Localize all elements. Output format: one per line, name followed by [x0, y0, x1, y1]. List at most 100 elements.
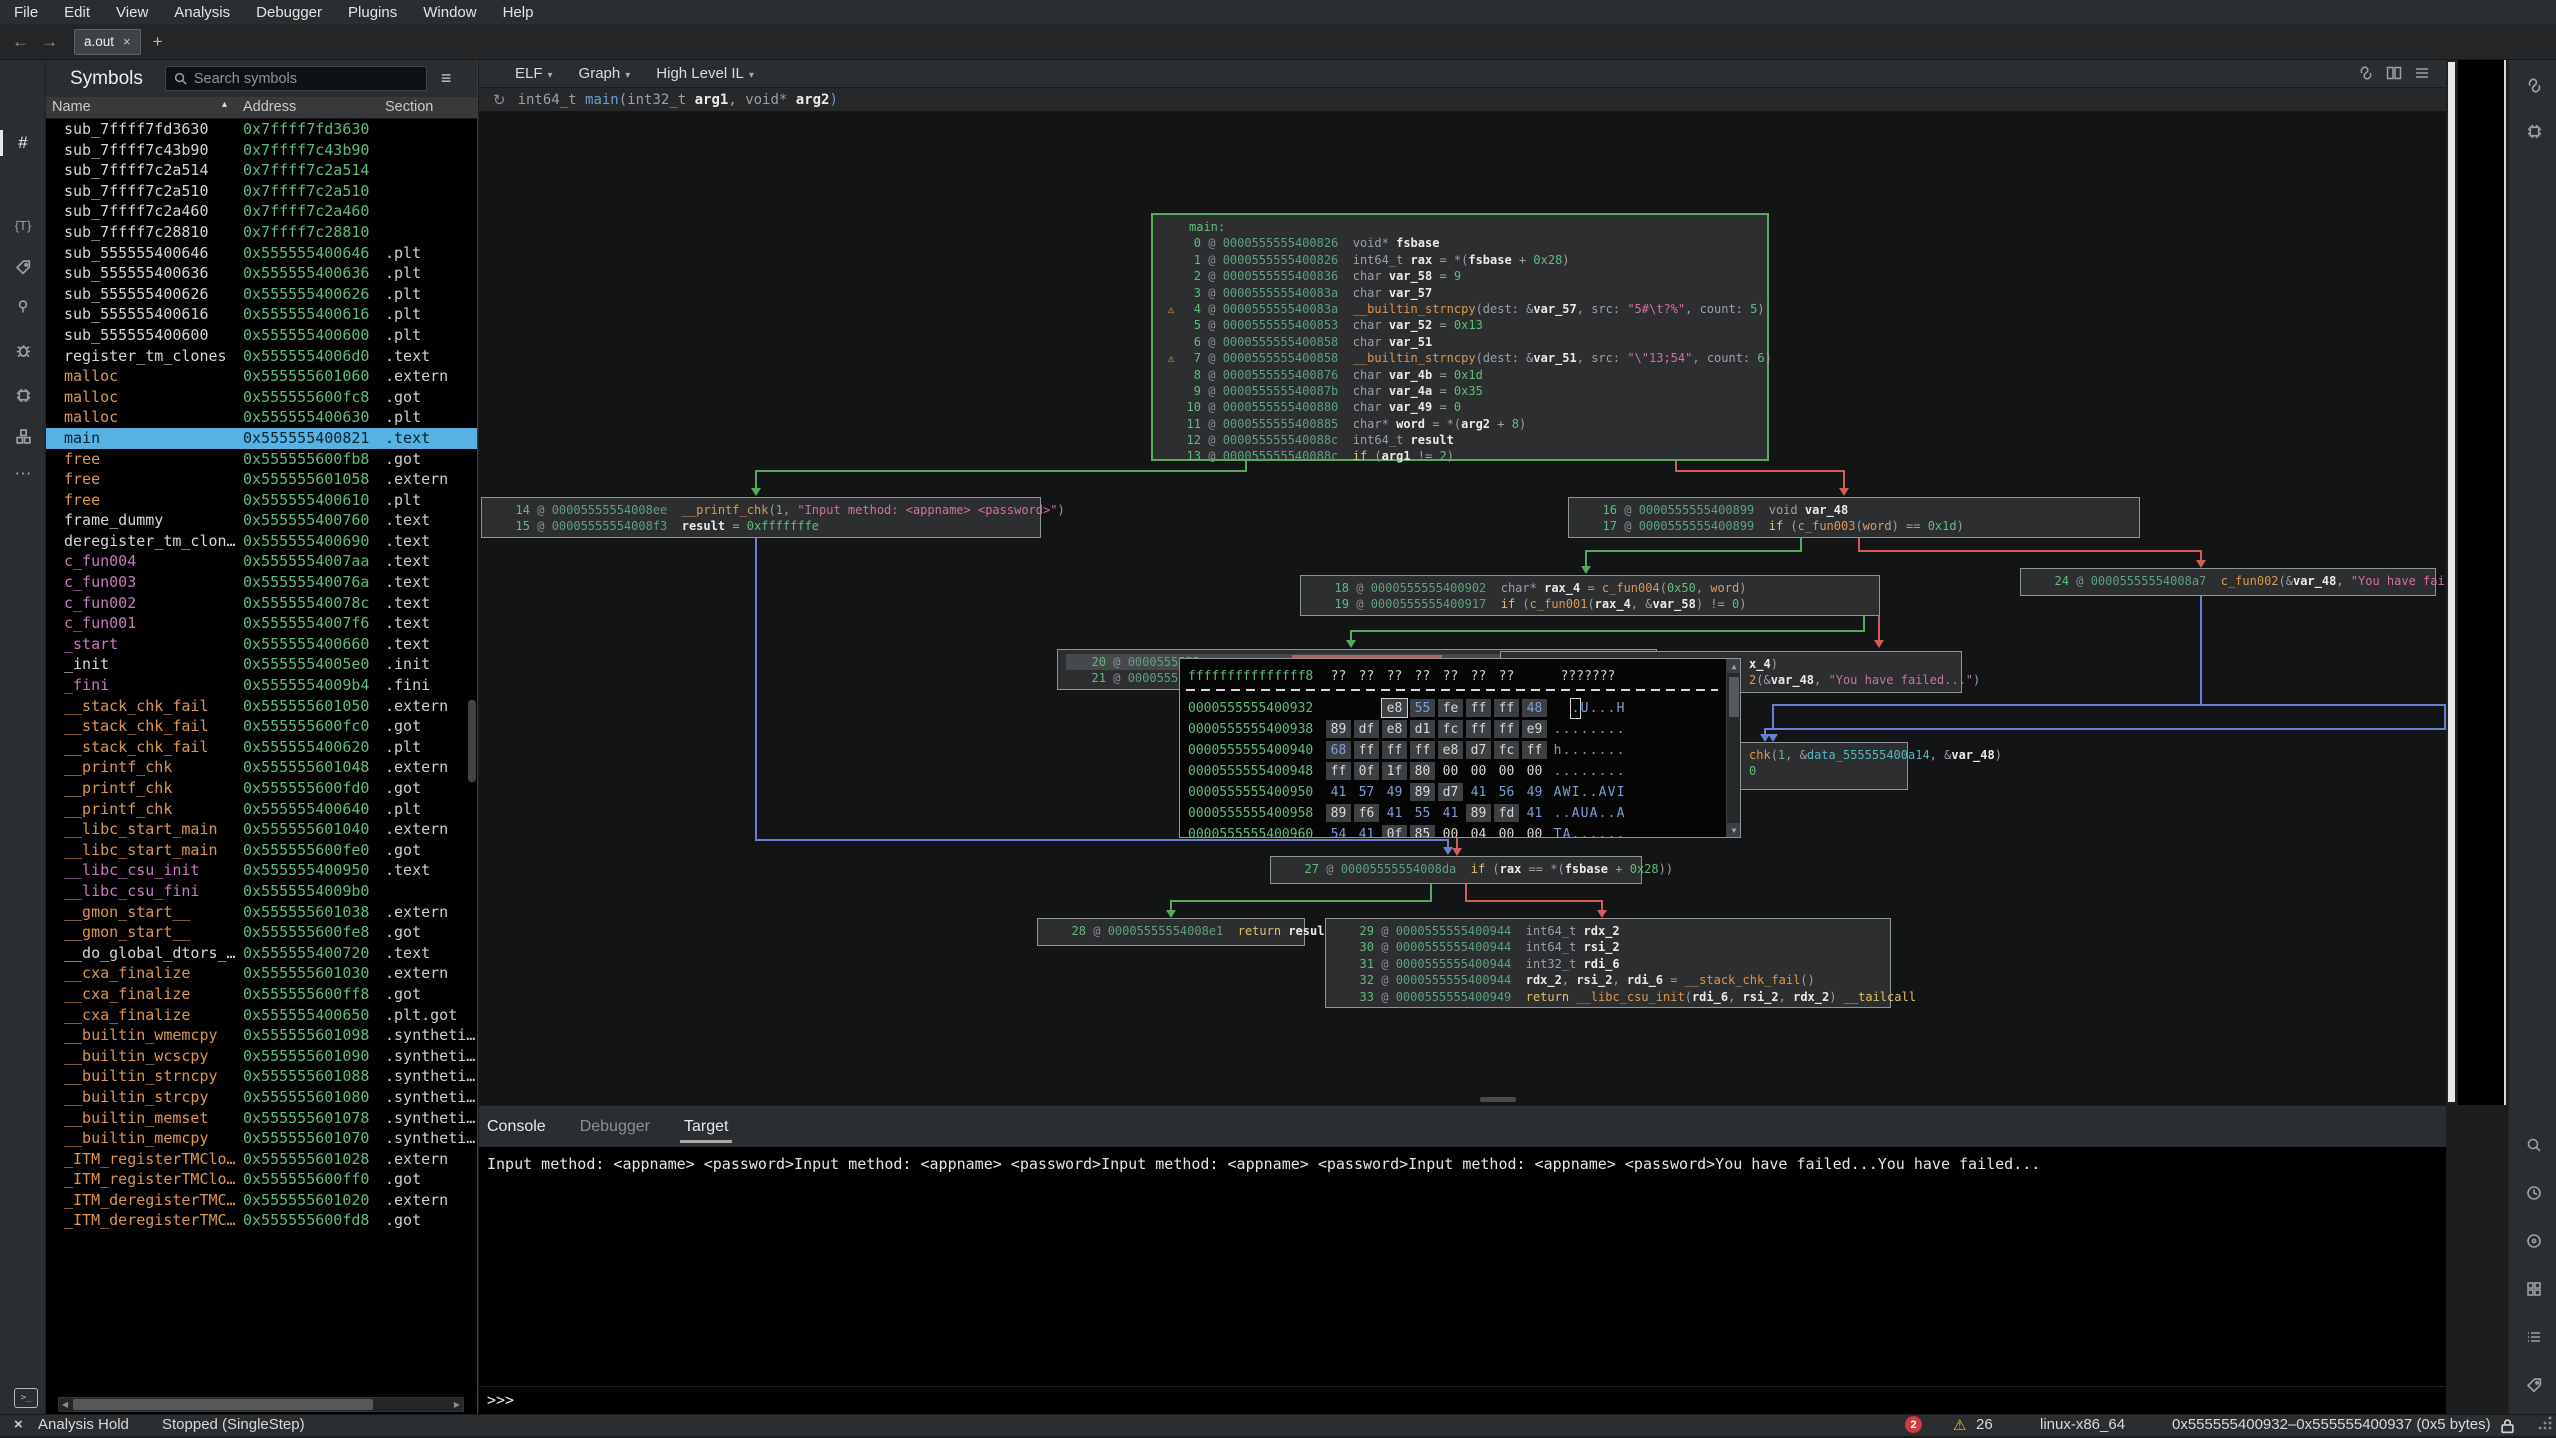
- code-line[interactable]: 5 @ 0000555555400853 char var_52 = 0x13: [1161, 317, 1759, 333]
- graph-block-b_printf[interactable]: 14 @ 00005555554008ee __printf_chk(1, "I…: [481, 497, 1041, 538]
- table-row[interactable]: malloc0x555555400630.plt: [46, 407, 477, 428]
- hex-dump-popup[interactable]: ▲ ▼ fffffffffffffff8????????????????????…: [1179, 658, 1741, 838]
- hex-byte[interactable]: e8: [1382, 699, 1407, 717]
- table-row[interactable]: sub_7ffff7c288100x7ffff7c28810: [46, 222, 477, 243]
- console-input[interactable]: >>>: [479, 1386, 2446, 1414]
- graph-block-b_if003[interactable]: 16 @ 0000555555400899 void var_48 17 @ 0…: [1568, 497, 2140, 538]
- memory-map-icon[interactable]: [2519, 118, 2549, 144]
- table-row[interactable]: c_fun0040x5555554007aa.text: [46, 551, 477, 572]
- table-row[interactable]: sub_5555554006000x555555400600.plt: [46, 325, 477, 346]
- code-line[interactable]: 6 @ 0000555555400858 char var_51: [1161, 334, 1759, 350]
- table-row[interactable]: __do_global_dtors_…0x555555400720.text: [46, 943, 477, 964]
- code-line[interactable]: 24 @ 00005555554008a7 c_fun002(&var_48, …: [2029, 573, 2427, 589]
- table-row[interactable]: free0x555555400610.plt: [46, 490, 477, 511]
- hex-row[interactable]: 000055555540094068ffffffe8d7fcffh.......: [1180, 741, 1728, 760]
- code-line[interactable]: 32 @ 0000555555400944 rdx_2, rsi_2, rdi_…: [1334, 972, 1882, 988]
- table-row[interactable]: sub_7ffff7c2a5140x7ffff7c2a514: [46, 160, 477, 181]
- scrollbar-handle[interactable]: [1729, 677, 1739, 717]
- hex-byte[interactable]: 89: [1410, 783, 1435, 801]
- table-row[interactable]: frame_dummy0x555555400760.text: [46, 510, 477, 531]
- table-row[interactable]: __builtin_wcscpy0x555555601090.syntheti…: [46, 1046, 477, 1067]
- code-line[interactable]: 33 @ 0000555555400949 return __libc_csu_…: [1334, 989, 1882, 1005]
- hex-byte[interactable]: ff: [1466, 720, 1491, 738]
- console-tab-target[interactable]: Target: [684, 1118, 728, 1136]
- table-row[interactable]: _init0x5555554005e0.init: [46, 654, 477, 675]
- code-line[interactable]: 27 @ 00005555554008da if (rax == *(fsbas…: [1279, 861, 1633, 877]
- menu-edit[interactable]: Edit: [64, 4, 90, 21]
- cross-reference-icon[interactable]: [2519, 72, 2549, 98]
- hex-byte[interactable]: 00: [1522, 825, 1547, 838]
- hex-byte[interactable]: e8: [1438, 741, 1463, 759]
- code-line[interactable]: 17 @ 0000555555400899 if (c_fun003(word)…: [1577, 518, 2131, 534]
- table-row[interactable]: __libc_start_main0x555555601040.extern: [46, 819, 477, 840]
- code-line[interactable]: 31 @ 0000555555400944 int32_t rdi_6: [1334, 956, 1882, 972]
- table-row[interactable]: malloc0x555555601060.extern: [46, 366, 477, 387]
- hex-byte[interactable]: 68: [1326, 741, 1351, 759]
- table-row[interactable]: malloc0x555555600fc8.got: [46, 387, 477, 408]
- hex-byte[interactable]: fc: [1438, 720, 1463, 738]
- code-line[interactable]: 19 @ 0000555555400917 if (c_fun001(rax_4…: [1309, 596, 1871, 612]
- hex-byte[interactable]: 41: [1438, 804, 1463, 822]
- tags-icon[interactable]: [2519, 1372, 2549, 1398]
- hex-byte[interactable]: ff: [1494, 699, 1519, 717]
- hex-byte[interactable]: 0f: [1354, 762, 1379, 780]
- menu-debugger[interactable]: Debugger: [256, 4, 322, 21]
- hex-byte[interactable]: 41: [1466, 783, 1491, 801]
- table-row[interactable]: __stack_chk_fail0x555555600fc0.got: [46, 716, 477, 737]
- scroll-down-icon[interactable]: ▼: [1727, 823, 1741, 837]
- history-icon[interactable]: [2519, 1180, 2549, 1206]
- hex-byte[interactable]: d7: [1438, 783, 1463, 801]
- hex-row[interactable]: 000055555540095889f641554189fd41..AUA..A: [1180, 804, 1728, 823]
- menu-help[interactable]: Help: [503, 4, 534, 21]
- hex-byte[interactable]: 49: [1382, 783, 1407, 801]
- nav-back-icon[interactable]: ←: [12, 32, 29, 52]
- table-row[interactable]: sub_5555554006260x555555400626.plt: [46, 284, 477, 305]
- memory-chip-icon[interactable]: [8, 382, 38, 408]
- hex-byte[interactable]: 00: [1522, 762, 1547, 780]
- table-row[interactable]: __builtin_strncpy0x555555601088.syntheti…: [46, 1066, 477, 1087]
- hex-byte[interactable]: 00: [1494, 825, 1519, 838]
- table-row[interactable]: free0x555555600fb8.got: [46, 449, 477, 470]
- table-row[interactable]: register_tm_clones0x5555554006d0.text: [46, 346, 477, 367]
- warning-count[interactable]: 26: [1976, 1416, 1993, 1433]
- graph-block-b_if27[interactable]: 27 @ 00005555554008da if (rax == *(fsbas…: [1270, 856, 1642, 884]
- code-line[interactable]: 16 @ 0000555555400899 void var_48: [1577, 502, 2131, 518]
- list-icon[interactable]: [2519, 1324, 2549, 1350]
- hex-byte[interactable]: ff: [1354, 741, 1379, 759]
- code-line[interactable]: 13 @ 000055555540088c if (arg1 != 2): [1161, 448, 1759, 464]
- hex-byte[interactable]: 89: [1326, 720, 1351, 738]
- hex-row[interactable]: 000055555540093889dfe8d1fcffffe9........: [1180, 720, 1728, 739]
- column-name[interactable]: Name: [52, 99, 91, 115]
- hex-byte[interactable]: ff: [1466, 699, 1491, 717]
- hex-byte[interactable]: fe: [1438, 699, 1463, 717]
- hex-byte[interactable]: 0f: [1382, 825, 1407, 838]
- table-row[interactable]: __builtin_wmemcpy0x555555601098.syntheti…: [46, 1025, 477, 1046]
- hex-byte[interactable]: 00: [1438, 762, 1463, 780]
- hex-byte[interactable]: d1: [1410, 720, 1435, 738]
- target-icon[interactable]: [2519, 1228, 2549, 1254]
- code-line[interactable]: 28 @ 00005555554008e1 return result: [1046, 923, 1296, 939]
- format-dropdown[interactable]: ELF▾: [515, 65, 553, 82]
- scrollbar-handle[interactable]: [73, 1399, 373, 1410]
- table-row[interactable]: __libc_csu_init0x555555400950.text: [46, 860, 477, 881]
- stop-analysis-icon[interactable]: ×: [14, 1416, 23, 1433]
- error-count-badge[interactable]: 2: [1905, 1416, 1922, 1433]
- scroll-left-icon[interactable]: ◀: [59, 1400, 71, 1409]
- code-line[interactable]: 12 @ 000055555540088c int64_t result: [1161, 432, 1759, 448]
- nav-forward-icon[interactable]: →: [41, 32, 58, 52]
- table-row[interactable]: _fini0x5555554009b4.fini: [46, 675, 477, 696]
- tab-close-icon[interactable]: ×: [123, 34, 131, 49]
- resize-grip[interactable]: [2538, 1416, 2552, 1430]
- log-panel-icon[interactable]: >_: [14, 1388, 38, 1408]
- menu-analysis[interactable]: Analysis: [174, 4, 230, 21]
- hex-byte[interactable]: 1f: [1382, 762, 1407, 780]
- hex-byte[interactable]: 41: [1326, 783, 1351, 801]
- hex-byte[interactable]: ff: [1494, 720, 1519, 738]
- table-row[interactable]: __builtin_memset0x555555601078.syntheti…: [46, 1108, 477, 1129]
- code-line[interactable]: 30 @ 0000555555400944 int64_t rsi_2: [1334, 939, 1882, 955]
- sort-asc-icon[interactable]: ▴: [222, 99, 227, 110]
- table-row[interactable]: _ITM_registerTMClo…0x555555600ff0.got: [46, 1169, 477, 1190]
- graph-vertical-scrollbar[interactable]: [2446, 60, 2458, 1105]
- column-section[interactable]: Section: [385, 99, 433, 115]
- code-line[interactable]: 18 @ 0000555555400902 char* rax_4 = c_fu…: [1309, 580, 1871, 596]
